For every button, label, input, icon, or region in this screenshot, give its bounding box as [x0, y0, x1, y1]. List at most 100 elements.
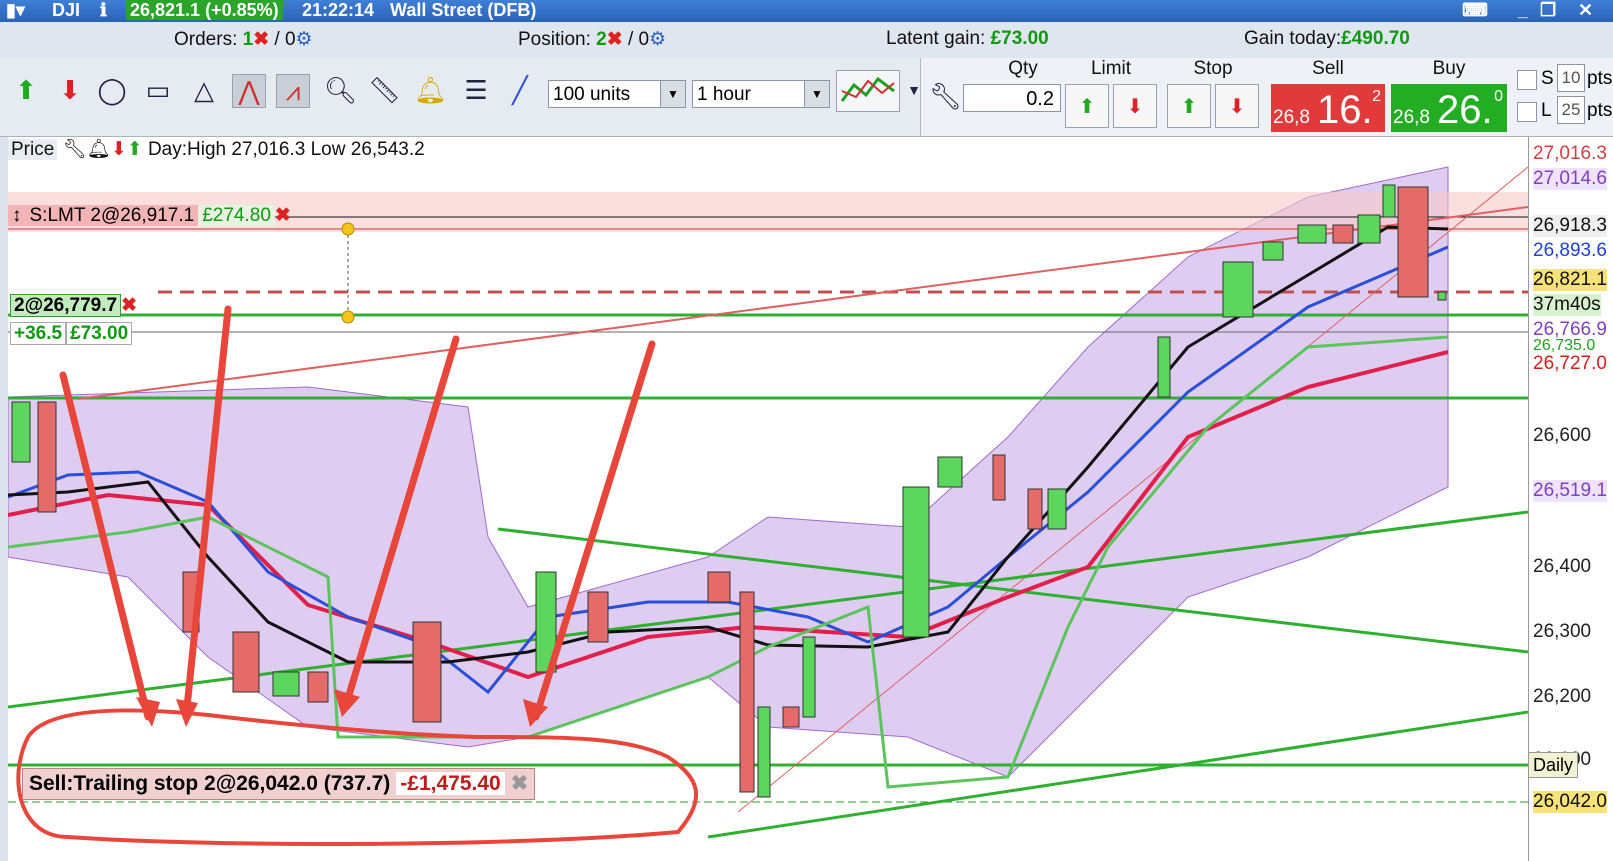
close-icon[interactable]: ✖: [275, 205, 291, 226]
drag-handle: [341, 222, 355, 236]
candle: [937, 456, 963, 488]
sell-arrow-icon[interactable]: ⬇: [54, 74, 86, 106]
s-label: S: [1541, 68, 1554, 89]
buy-button[interactable]: 26,8 26. 0: [1391, 84, 1507, 132]
candle: [1332, 224, 1354, 244]
minimize-button[interactable]: _: [1518, 0, 1528, 20]
close-icon[interactable]: ✖: [607, 29, 623, 50]
latent-gain: Latent gain: £73.00: [886, 28, 1049, 49]
axis-label: 26,918.3: [1533, 215, 1607, 237]
ruler-icon[interactable]: 📏︎: [368, 74, 401, 106]
current-price-tag: 26,821.1: [1533, 269, 1607, 291]
indicator-icon: [840, 76, 895, 102]
candle: [757, 706, 771, 798]
candle: [272, 671, 300, 697]
trend-tool-icon[interactable]: ⋀: [232, 74, 266, 108]
candle: [739, 591, 755, 793]
sell-arrow-icon[interactable]: ⬇: [111, 139, 127, 160]
candle: [782, 706, 800, 728]
close-icon[interactable]: ✖: [505, 772, 535, 795]
last-price: 26,821.1 (+0.85%): [126, 0, 283, 20]
trailing-stop-tag[interactable]: Sell:Trailing stop 2@26,042.0 (737.7) -£1…: [22, 768, 536, 800]
alert-bell-icon[interactable]: 🔔︎: [87, 139, 111, 160]
stop-points-input[interactable]: 10: [1557, 64, 1585, 92]
clock: 21:22:14: [302, 0, 375, 20]
line-tool-icon[interactable]: ╱: [504, 74, 536, 106]
chart-menu-icon[interactable]: ▮▾: [6, 0, 25, 20]
axis-label: 26,893.6: [1533, 240, 1607, 261]
close-icon[interactable]: ✖: [253, 29, 269, 50]
price-label[interactable]: Price: [8, 139, 58, 160]
daily-tag[interactable]: Daily: [1528, 752, 1578, 778]
fibonacci-icon[interactable]: ☰: [460, 74, 492, 106]
close-button[interactable]: ✕: [1578, 0, 1593, 20]
rectangle-tool-icon[interactable]: ▭: [142, 74, 174, 106]
market-name: Wall Street (DFB): [390, 0, 537, 20]
candle: [307, 671, 329, 703]
zoom-icon[interactable]: 🔍︎: [324, 74, 357, 106]
limit-order-tag[interactable]: ↕ S:LMT 2@26,917.1 £274.80 ✖: [8, 203, 291, 229]
day-range: Day:High 27,016.3 Low 26,543.2: [147, 139, 425, 160]
gear-icon[interactable]: ⚙: [296, 29, 313, 50]
price-chart[interactable]: Price 🔧︎🔔︎⬇⬆ Day:High 27,016.3 Low 26,54…: [8, 137, 1528, 861]
axis-label: 27,014.6: [1533, 168, 1607, 190]
candle: [1262, 241, 1284, 261]
channel-tool-icon[interactable]: ⩘: [276, 74, 310, 108]
keyboard-icon[interactable]: ⌨: [1462, 0, 1488, 20]
qty-label: Qty: [1008, 58, 1038, 79]
limit-checkbox[interactable]: [1517, 102, 1537, 122]
buy-label: Buy: [1432, 58, 1466, 79]
candle: [1382, 184, 1396, 218]
wrench-icon[interactable]: 🔧︎: [63, 139, 87, 160]
candle: [11, 401, 31, 463]
deal-panel: 🔧︎ Qty 0.2 Limit ⬆ ⬇ Stop ⬆ ⬇ Sell 26,8 …: [920, 58, 1613, 136]
candle: [902, 486, 930, 638]
close-icon[interactable]: ✖: [121, 295, 137, 316]
triangle-tool-icon[interactable]: △: [188, 74, 220, 106]
position-tag[interactable]: 2@26,779.7 ✖: [10, 293, 137, 319]
pts-label: pts: [1587, 68, 1613, 89]
candle: [1222, 261, 1254, 318]
qty-input[interactable]: 0.2: [963, 84, 1061, 112]
sell-button[interactable]: 26,8 16. 2: [1271, 84, 1385, 132]
axis-label: 26,200: [1533, 686, 1592, 707]
orders-summary[interactable]: Orders: 1✖ / 0⚙: [174, 28, 313, 51]
limit-buy-button[interactable]: ⬆: [1065, 84, 1109, 128]
buy-arrow-icon[interactable]: ⬆: [10, 74, 42, 106]
trailing-stop-price: 26,042.0: [1533, 791, 1607, 813]
drag-icon[interactable]: ↕: [8, 205, 26, 226]
drag-handle: [341, 310, 355, 324]
stop-checkbox[interactable]: [1517, 70, 1537, 90]
candle: [37, 401, 57, 513]
pts-label: pts: [1587, 100, 1613, 121]
interval-select[interactable]: 1 hour ▼: [692, 80, 830, 108]
candle: [802, 636, 816, 718]
indicator-icon[interactable]: [836, 70, 900, 112]
alert-bell-icon[interactable]: 🔔︎: [414, 74, 447, 106]
candle: [1047, 488, 1067, 530]
stop-buy-button[interactable]: ⬆: [1167, 84, 1211, 128]
wrench-icon[interactable]: 🔧︎: [929, 80, 962, 112]
axis-label: 26,519.1: [1533, 480, 1607, 502]
gear-icon[interactable]: ⚙: [649, 29, 666, 50]
candle: [1437, 291, 1447, 301]
restore-button[interactable]: ❐: [1540, 0, 1556, 20]
stop-sell-button[interactable]: ⬇: [1215, 84, 1259, 128]
candle: [1397, 186, 1429, 298]
gain-today: Gain today:£490.70: [1244, 28, 1410, 49]
limit-sell-button[interactable]: ⬇: [1113, 84, 1157, 128]
chevron-down-icon[interactable]: ▼: [660, 81, 685, 107]
info-icon[interactable]: ℹ: [100, 0, 107, 20]
position-summary[interactable]: Position: 2✖ / 0⚙: [518, 28, 666, 51]
buy-arrow-icon[interactable]: ⬆: [127, 139, 143, 160]
candle: [1027, 488, 1043, 530]
limit-points-input[interactable]: 25: [1557, 96, 1585, 124]
title-bar: ▮▾ DJI ℹ 26,821.1 (+0.85%) 21:22:14 Wall…: [0, 0, 1613, 22]
chevron-down-icon[interactable]: ▼: [804, 81, 829, 107]
symbol-name[interactable]: DJI: [52, 0, 80, 20]
chart-canvas[interactable]: [8, 137, 1528, 861]
units-select[interactable]: 100 units ▼: [548, 80, 686, 108]
position-pnl: +36.5 £73.00: [10, 321, 133, 347]
ellipse-tool-icon[interactable]: ◯: [96, 74, 128, 106]
stop-label: Stop: [1193, 58, 1233, 79]
